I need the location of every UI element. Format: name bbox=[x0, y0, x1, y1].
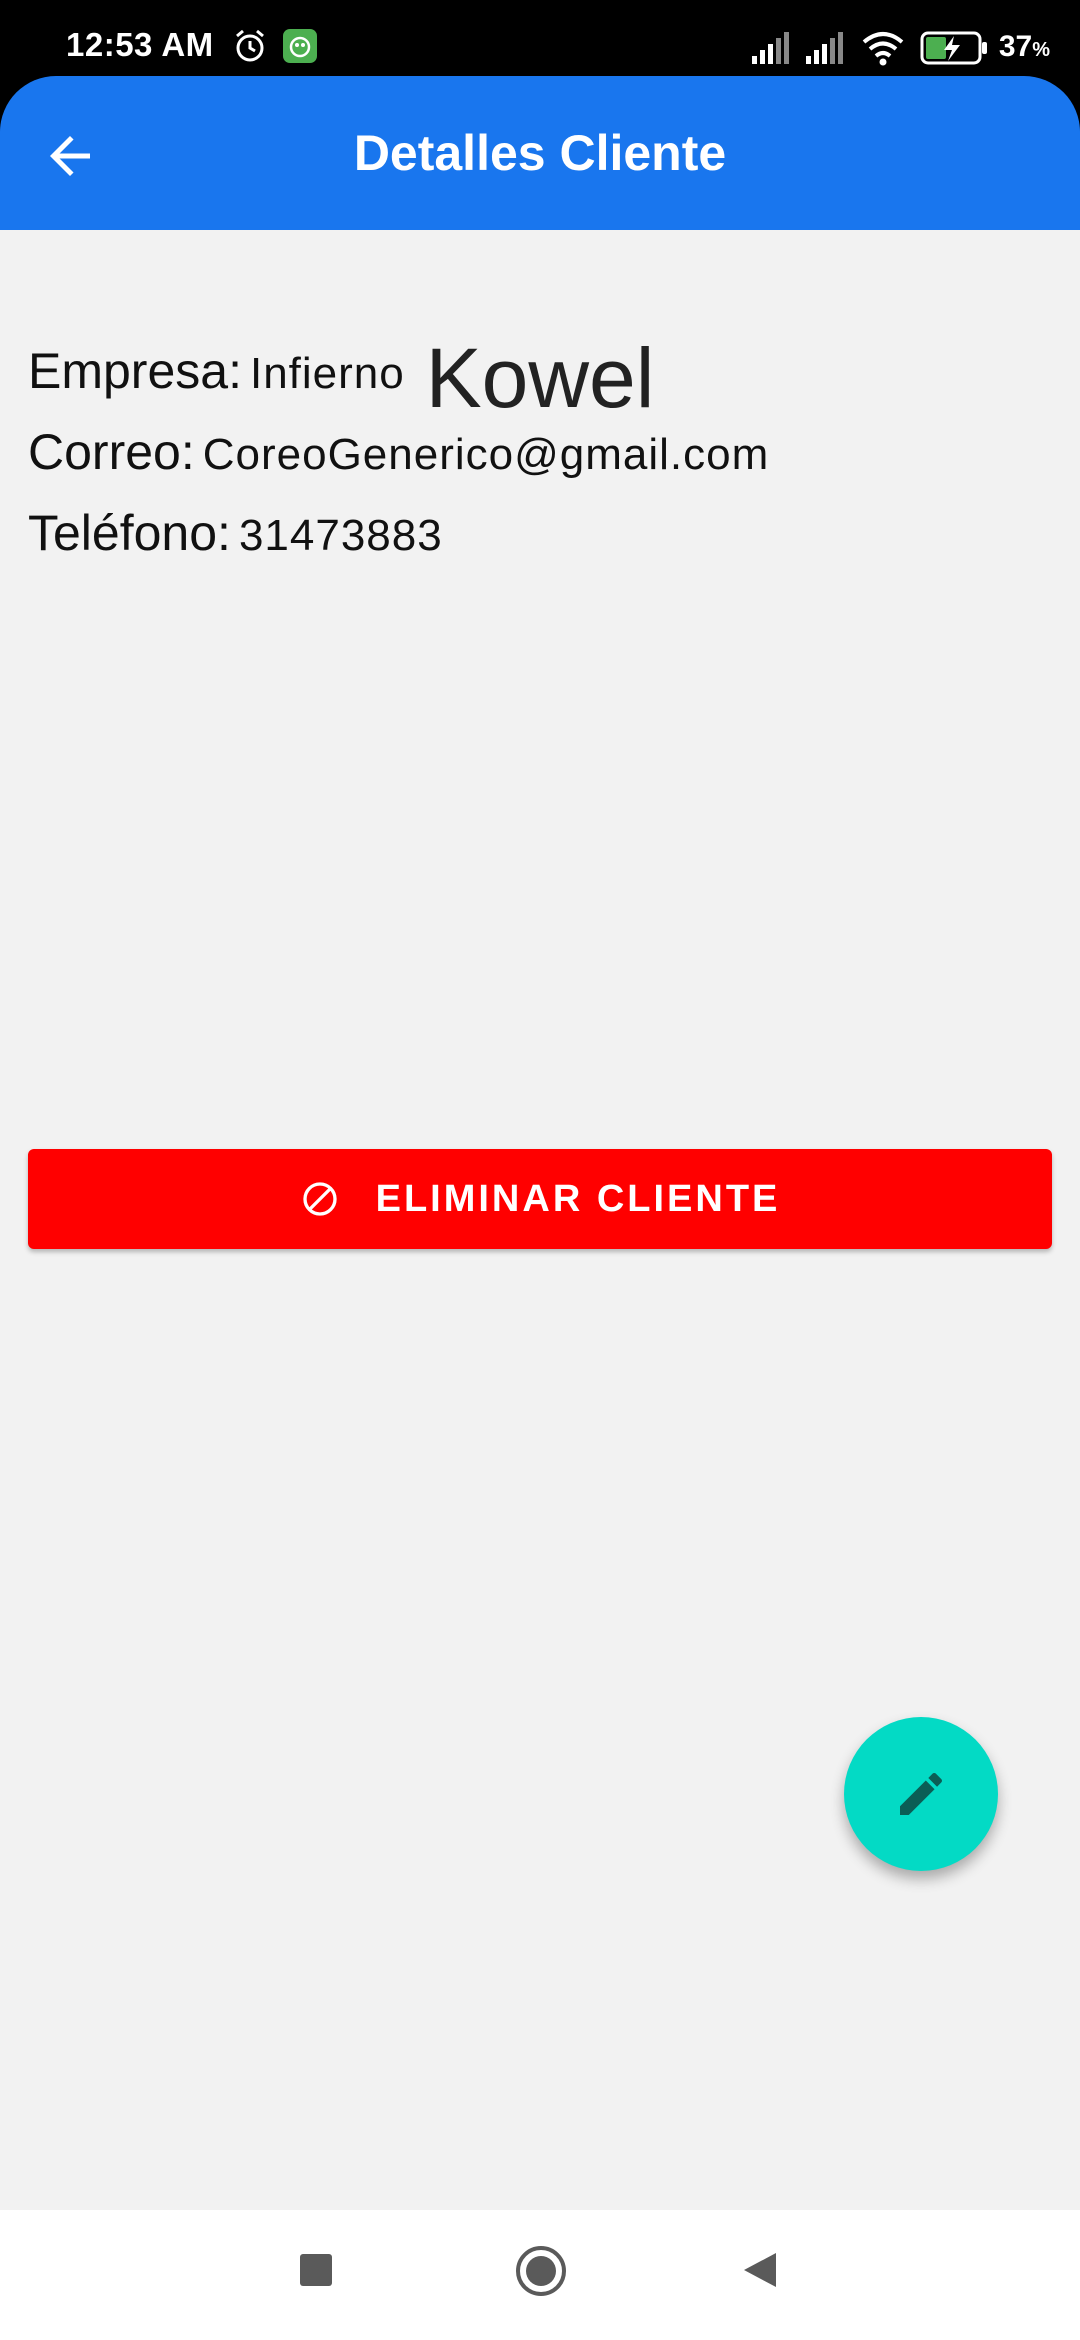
page-title: Detalles Cliente bbox=[353, 125, 727, 181]
signal-icon bbox=[750, 32, 792, 69]
system-nav-bar bbox=[0, 2210, 1080, 2340]
edit-client-button[interactable] bbox=[844, 1717, 998, 1871]
app-notification-icon bbox=[282, 28, 318, 69]
company-label: Empresa: bbox=[28, 343, 242, 399]
battery-charging-icon bbox=[920, 30, 990, 71]
company-value: Infierno bbox=[249, 349, 405, 398]
alarm-icon bbox=[232, 28, 268, 69]
app-bar: Detalles Cliente bbox=[0, 76, 1080, 230]
phone-field: Teléfono: 31473883 bbox=[28, 504, 443, 562]
home-circle-icon[interactable] bbox=[514, 2244, 568, 2303]
block-icon bbox=[302, 1182, 337, 1216]
pencil-icon bbox=[900, 1772, 943, 1815]
phone-label: Teléfono: bbox=[28, 505, 231, 561]
battery-percent: 37% bbox=[998, 30, 1050, 63]
company-field: Empresa: Infierno bbox=[28, 342, 405, 400]
wifi-icon bbox=[862, 30, 904, 71]
signal-icon bbox=[804, 32, 846, 69]
email-label: Correo: bbox=[28, 424, 195, 480]
back-triangle-icon[interactable] bbox=[740, 2250, 780, 2295]
recents-square-icon[interactable] bbox=[296, 2250, 336, 2295]
delete-client-button[interactable]: ELIMINAR CLIENTE bbox=[28, 1149, 1052, 1249]
phone-value: 31473883 bbox=[238, 511, 443, 560]
client-details: Kowel Empresa: Infierno Correo: CoreoGener… bbox=[0, 230, 1080, 2210]
email-field: Correo: CoreoGenerico@gmail.com bbox=[28, 423, 769, 481]
status-time: 12:53 AM bbox=[66, 26, 214, 63]
email-value: CoreoGenerico@gmail.com bbox=[202, 430, 770, 479]
delete-client-label: ELIMINAR CLIENTE bbox=[375, 1177, 781, 1220]
